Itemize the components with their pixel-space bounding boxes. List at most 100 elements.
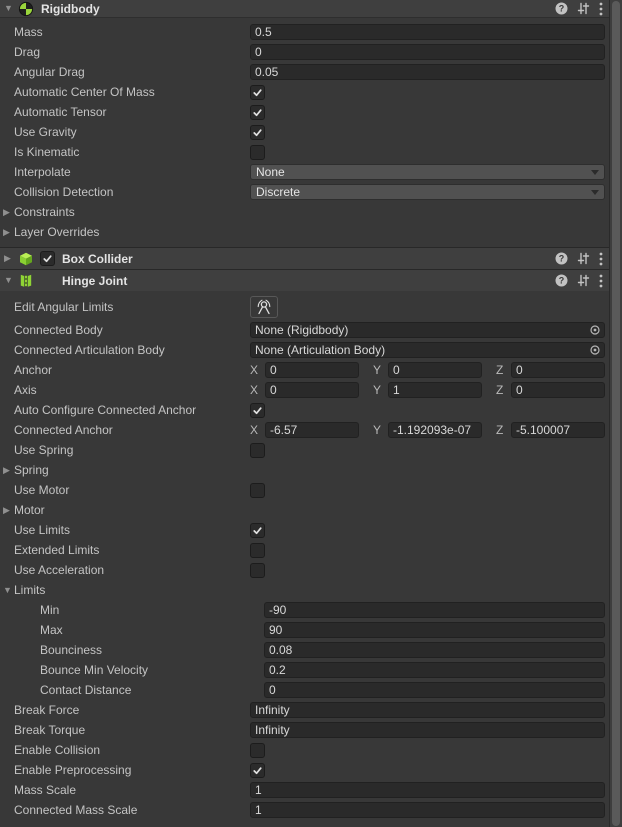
axis-x-field[interactable] [265,382,359,398]
row-collision-detection: Collision DetectionDiscrete [0,182,609,202]
checkmark-icon [252,405,263,416]
header-actions: ? [555,252,603,266]
object-picker-icon[interactable] [589,324,601,336]
row-angular-drag: Angular Drag [0,62,609,82]
anchor-label: Anchor [14,363,250,377]
row-connected-articulation-body: Connected Articulation BodyNone (Articul… [0,340,609,360]
automatic-tensor-checkbox[interactable] [250,105,265,120]
foldout-right-icon[interactable]: ▶ [4,254,16,263]
angular-limits-icon [254,298,274,316]
dropdown-arrow-icon [591,170,599,175]
bounce-min-velocity-field[interactable] [264,662,605,678]
box-collider-icon [18,251,34,267]
connected-body-value: None (Rigidbody) [255,323,589,337]
angular-drag-field[interactable] [250,64,605,80]
checkmark-icon [42,253,53,264]
drag-field[interactable] [250,44,605,60]
anchor-y-field[interactable] [388,362,482,378]
row-constraints[interactable]: ▶Constraints [0,202,609,222]
axis-z-field[interactable] [511,382,605,398]
max-field[interactable] [264,622,605,638]
axis-z-label: Z [496,383,506,397]
row-bounciness: Bounciness [0,640,609,660]
contact-distance-field[interactable] [264,682,605,698]
help-button[interactable]: ? [555,274,568,287]
hinge-joint-header[interactable]: ▼Hinge Joint? [0,269,609,291]
menu-button[interactable] [599,252,603,266]
foldout-right-icon[interactable]: ▶ [3,208,14,217]
connected-anchor-y-field[interactable] [388,422,482,438]
menu-button[interactable] [599,274,603,288]
enable-preprocessing-checkbox[interactable] [250,763,265,778]
row-bounce-min-velocity: Bounce Min Velocity [0,660,609,680]
presets-button[interactable] [577,2,590,15]
foldout-down-icon[interactable]: ▼ [4,276,16,285]
min-field[interactable] [264,602,605,618]
axis-x-group: X [250,382,359,398]
foldout-down-icon[interactable]: ▼ [4,4,16,13]
auto-configure-connected-anchor-checkbox[interactable] [250,403,265,418]
connected-articulation-body-object-field[interactable]: None (Articulation Body) [250,342,605,358]
rigidbody-icon [18,1,34,17]
row-edit-angular-limits: Edit Angular Limits [0,294,609,320]
box-collider-icon [18,251,34,267]
use-motor-checkbox[interactable] [250,483,265,498]
foldout-right-icon[interactable]: ▶ [3,506,14,515]
bounciness-field[interactable] [264,642,605,658]
row-spring[interactable]: ▶Spring [0,460,609,480]
menu-button[interactable] [599,2,603,16]
row-automatic-center-of-mass: Automatic Center Of Mass [0,82,609,102]
use-spring-checkbox[interactable] [250,443,265,458]
axis-z-label: Z [496,423,506,437]
connected-anchor-x-field[interactable] [265,422,359,438]
connected-mass-scale-field[interactable] [250,802,605,818]
foldout-right-icon[interactable]: ▶ [3,228,14,237]
row-mass-scale: Mass Scale [0,780,609,800]
connected-body-object-field[interactable]: None (Rigidbody) [250,322,605,338]
break-torque-field[interactable] [250,722,605,738]
extended-limits-checkbox[interactable] [250,543,265,558]
scrollbar-thumb[interactable] [612,1,620,826]
rigidbody-header[interactable]: ▼Rigidbody? [0,0,609,18]
axis-y-field[interactable] [388,382,482,398]
checkmark-icon [252,765,263,776]
is-kinematic-checkbox[interactable] [250,145,265,160]
collision-detection-dropdown[interactable]: Discrete [250,184,605,200]
anchor-x-field[interactable] [265,362,359,378]
foldout-down-icon[interactable]: ▼ [3,586,14,595]
row-enable-preprocessing: Enable Preprocessing [0,760,609,780]
row-limits[interactable]: ▼Limits [0,580,609,600]
use-acceleration-checkbox[interactable] [250,563,265,578]
drag-label: Drag [14,45,250,59]
use-limits-checkbox[interactable] [250,523,265,538]
row-layer-overrides[interactable]: ▶Layer Overrides [0,222,609,242]
break-force-field[interactable] [250,702,605,718]
box-collider-header[interactable]: ▶Box Collider? [0,247,609,269]
svg-text:?: ? [559,4,565,14]
row-motor[interactable]: ▶Motor [0,500,609,520]
use-gravity-checkbox[interactable] [250,125,265,140]
box-collider-enabled-checkbox[interactable] [40,251,55,266]
mass-field[interactable] [250,24,605,40]
help-button[interactable]: ? [555,252,568,265]
help-button[interactable]: ? [555,2,568,15]
enable-preprocessing-label: Enable Preprocessing [14,763,250,777]
hinge-joint-body: Edit Angular LimitsConnected BodyNone (R… [0,291,609,827]
interpolate-dropdown[interactable]: None [250,164,605,180]
presets-icon [577,252,590,265]
scrollbar[interactable] [609,0,622,827]
foldout-right-icon[interactable]: ▶ [3,466,14,475]
presets-button[interactable] [577,252,590,265]
edit-angular-limits-button[interactable] [250,296,278,318]
row-connected-anchor: Connected AnchorXYZ [0,420,609,440]
anchor-z-field[interactable] [511,362,605,378]
axis-y-group: Y [373,382,482,398]
object-picker-icon[interactable] [589,344,601,356]
row-interpolate: InterpolateNone [0,162,609,182]
mass-scale-field[interactable] [250,782,605,798]
connected-anchor-z-field[interactable] [511,422,605,438]
enable-collision-checkbox[interactable] [250,743,265,758]
presets-button[interactable] [577,274,590,287]
automatic-center-of-mass-checkbox[interactable] [250,85,265,100]
header-actions: ? [555,2,603,16]
